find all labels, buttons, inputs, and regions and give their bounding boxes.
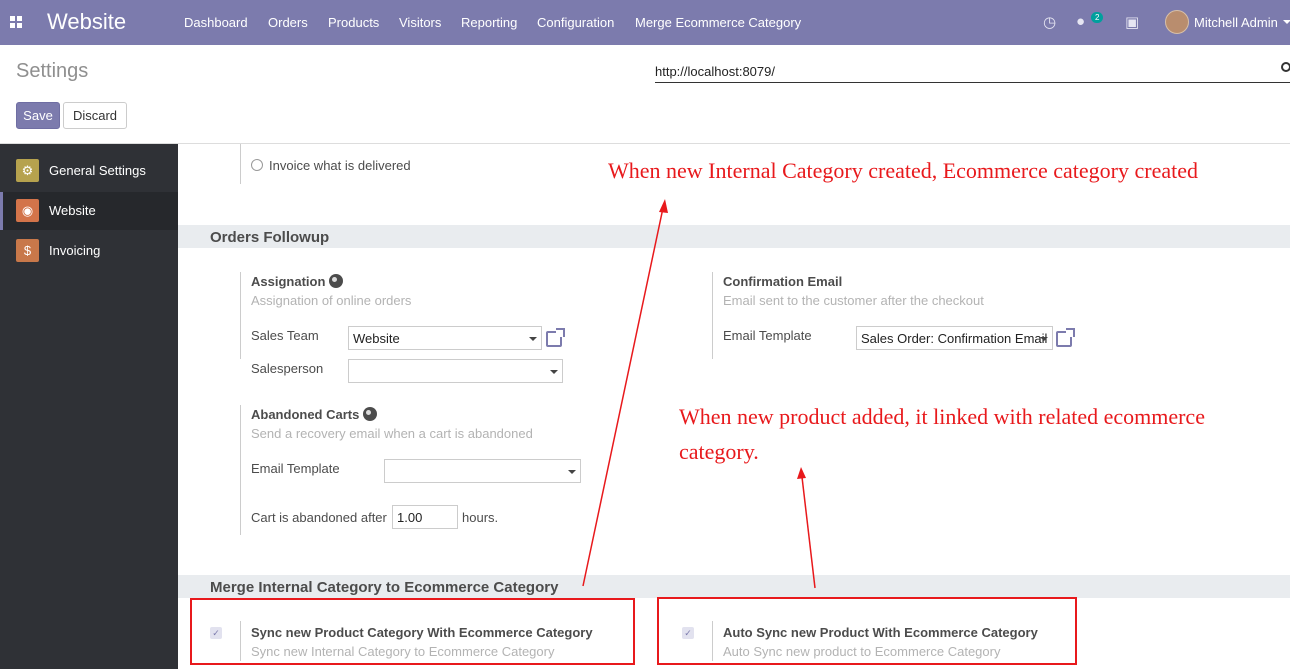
invoice-icon: $ [16,239,39,262]
assignation-title: Assignation [251,274,344,289]
external-link-icon[interactable] [1056,328,1075,347]
clock-icon[interactable]: ◷ [1043,13,1056,31]
search-input[interactable] [655,59,1290,83]
gear-icon: ⚙ [16,159,39,182]
menu-configuration[interactable]: Configuration [537,15,614,30]
chevron-down-icon [529,337,537,341]
sales-team-label: Sales Team [251,328,319,343]
menu-orders[interactable]: Orders [268,15,308,30]
chat-badge: 2 [1091,12,1104,23]
menu-merge-ecommerce-category[interactable]: Merge Ecommerce Category [635,15,801,30]
hours-label: hours. [462,510,499,525]
abandoned-carts-desc: Send a recovery email when a cart is aba… [251,426,533,441]
menu-visitors[interactable]: Visitors [399,15,441,30]
app-brand: Website [47,9,127,34]
caret-down-icon[interactable] [1283,20,1290,24]
chevron-down-icon [550,370,558,374]
menu-products[interactable]: Products [328,15,379,30]
globe-icon [329,274,344,288]
search-icon[interactable] [1281,62,1290,72]
control-panel: Settings Save Discard [0,45,1290,144]
sales-team-select[interactable]: Website [348,326,542,350]
menu-reporting[interactable]: Reporting [461,15,517,30]
cart-abandoned-label: Cart is abandoned after [251,510,387,525]
radio-invoice-delivered[interactable] [251,159,263,171]
abandoned-hours-input[interactable]: 1.00 [392,505,458,529]
sidebar-item-general-settings[interactable]: ⚙ General Settings [0,152,178,190]
salesperson-label: Salesperson [251,361,324,376]
user-name[interactable]: Mitchell Admin [1194,15,1278,30]
discard-button[interactable]: Discard [63,102,127,129]
menu-dashboard[interactable]: Dashboard [184,15,248,30]
sidebar-item-label: Website [49,203,96,218]
sidebar-item-invoicing[interactable]: $ Invoicing [0,232,178,270]
sidebar-item-label: Invoicing [49,243,101,258]
annotation-middle-line1: When new product added, it linked with r… [679,404,1205,429]
chevron-down-icon [568,470,576,474]
avatar[interactable] [1165,10,1189,34]
sidebar-item-website[interactable]: ◉ Website [0,192,178,230]
highlight-box-sync-category [190,598,635,665]
option-invoice-delivered: Invoice what is delivered [269,158,411,173]
confirmation-email-title: Confirmation Email [723,274,843,289]
confirmation-email-desc: Email sent to the customer after the che… [723,293,984,308]
salesperson-select[interactable] [348,359,563,383]
email-template-label: Email Template [723,328,812,343]
divider [240,144,241,184]
save-button[interactable]: Save [16,102,60,129]
top-navbar: Website Dashboard Orders Products Visito… [0,0,1290,45]
section-title: Merge Internal Category to Ecommerce Cat… [210,579,559,596]
apps-icon[interactable] [10,16,22,28]
globe-icon [363,407,378,421]
globe-icon: ◉ [16,199,39,222]
section-title: Orders Followup [210,229,330,246]
external-link-icon[interactable] [546,328,565,347]
confirmation-template-select[interactable]: Sales Order: Confirmation Email [856,326,1053,350]
settings-sidebar: ⚙ General Settings ◉ Website $ Invoicing [0,144,178,669]
abandoned-template-select[interactable] [384,459,581,483]
divider [240,272,241,359]
assignation-desc: Assignation of online orders [251,293,412,308]
section-orders-followup: Orders Followup [178,225,1290,248]
sidebar-item-label: General Settings [49,163,146,178]
annotation-top: When new Internal Category created, Ecom… [608,158,1199,183]
gift-icon[interactable]: ▣ [1125,13,1139,31]
chevron-down-icon [1040,337,1048,341]
divider [712,272,713,359]
page-title: Settings [16,60,89,82]
section-merge-category: Merge Internal Category to Ecommerce Cat… [178,575,1290,598]
abandoned-carts-title: Abandoned Carts [251,407,378,422]
highlight-box-auto-sync [657,597,1077,665]
abandoned-template-label: Email Template [251,461,340,476]
chat-icon[interactable]: ● [1076,13,1085,30]
divider [240,405,241,535]
annotation-middle-line2: category. [679,439,759,464]
